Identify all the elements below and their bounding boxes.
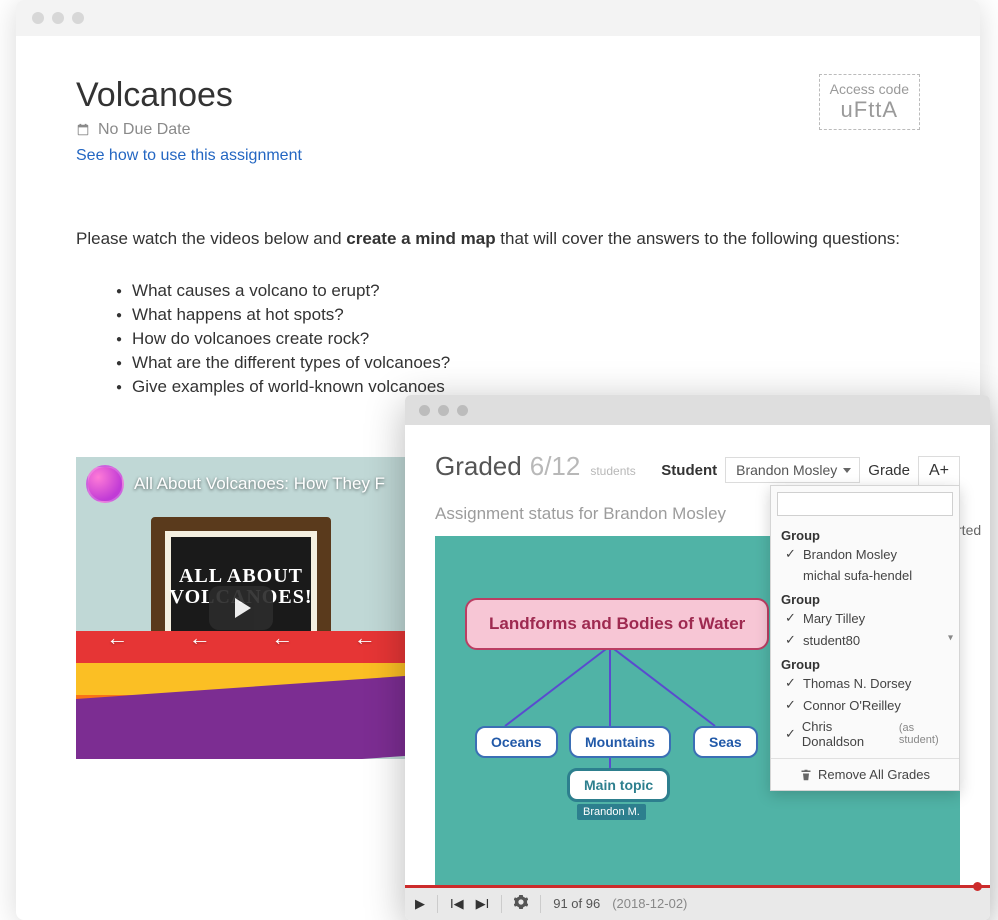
check-icon: ✓ [785, 632, 797, 648]
dropdown-student-item[interactable]: ✓ Brandon Mosley [781, 543, 949, 565]
check-icon: ✓ [785, 546, 797, 562]
dropdown-student-item[interactable]: ✓ Thomas N. Dorsey [781, 672, 949, 694]
access-code-box[interactable]: Access code uFttA [819, 74, 920, 130]
instruction-bold: create a mind map [346, 229, 495, 248]
progress-knob[interactable] [973, 882, 982, 891]
question-item: Give examples of world-known volcanoes [116, 377, 920, 397]
dropdown-student-item[interactable]: ✓ Mary Tilley [781, 607, 949, 629]
dropdown-student-name: Thomas N. Dorsey [803, 676, 911, 691]
graded-heading: Graded [435, 451, 522, 482]
due-date-text: No Due Date [98, 121, 191, 139]
history-position: 91 of 96 [553, 896, 600, 911]
dropdown-student-name: Mary Tilley [803, 611, 865, 626]
graded-count: 6/12 [530, 451, 581, 482]
traffic-light-close[interactable] [32, 12, 44, 24]
dropdown-student-suffix: (as student) [895, 719, 949, 749]
status-prefix: Assignment status for [435, 504, 603, 523]
grader-titlebar [405, 395, 990, 425]
question-list: What causes a volcano to erupt? What hap… [116, 281, 920, 397]
remove-all-grades-label: Remove All Grades [818, 767, 930, 782]
grade-input[interactable]: A+ [918, 456, 960, 486]
assignment-title: Volcanoes [76, 76, 920, 115]
traffic-light-min[interactable] [438, 405, 449, 416]
status-name: Brandon Mosley [603, 504, 726, 523]
check-icon: ✓ [785, 610, 797, 626]
mindmap-root-node[interactable]: Landforms and Bodies of Water [465, 598, 769, 650]
due-date-row: No Due Date [76, 121, 920, 139]
channel-avatar[interactable] [86, 465, 124, 503]
progress-track[interactable] [405, 885, 990, 888]
check-icon: ✓ [785, 697, 797, 713]
step-forward-button[interactable]: ▶I [476, 896, 490, 912]
instruction-text: Please watch the videos below and create… [76, 227, 920, 251]
dropdown-search-input[interactable] [777, 492, 953, 516]
question-item: What causes a volcano to erupt? [116, 281, 920, 301]
help-link[interactable]: See how to use this assignment [76, 147, 302, 165]
grader-window: Graded 6/12 students Student Brandon Mos… [405, 395, 990, 920]
question-item: How do volcanoes create rock? [116, 329, 920, 349]
traffic-light-close[interactable] [419, 405, 430, 416]
mindmap-child-node[interactable]: Oceans [475, 726, 558, 758]
video-title[interactable]: All About Volcanoes: How They F [134, 474, 385, 494]
scrollbar-indicator[interactable]: ▾ [948, 633, 953, 644]
instruction-pre: Please watch the videos below and [76, 229, 346, 248]
question-item: What happens at hot spots? [116, 305, 920, 325]
settings-button[interactable] [514, 895, 528, 912]
student-dropdown-panel: Group ✓ Brandon Mosley michal sufa-hendel Gr… [770, 485, 960, 791]
traffic-light-max[interactable] [457, 405, 468, 416]
dropdown-group-label: Group [781, 657, 949, 672]
mindmap-child-node[interactable]: Mountains [569, 726, 671, 758]
step-back-button[interactable]: I◀ [450, 896, 464, 912]
access-code-label: Access code [830, 81, 909, 97]
question-item: What are the different types of volcanoe… [116, 353, 920, 373]
video-header: All About Volcanoes: How They F [86, 465, 385, 503]
student-label: Student [661, 462, 717, 479]
gear-icon [514, 895, 528, 909]
remove-all-grades-button[interactable]: Remove All Grades [771, 758, 959, 790]
dropdown-student-item[interactable]: michal sufa-hendel [781, 565, 949, 586]
video-embed[interactable]: ALL ABOUT VOLCANOES! ←←←← All About Volc… [76, 457, 406, 759]
instruction-post: that will cover the answers to the follo… [496, 229, 900, 248]
calendar-icon [76, 123, 90, 137]
dropdown-student-item[interactable]: ✓ Connor O'Reilley [781, 694, 949, 716]
dropdown-student-name: Chris Donaldson [802, 719, 885, 749]
dropdown-student-name: michal sufa-hendel [803, 568, 912, 583]
dropdown-student-item[interactable]: ✓ student80 [781, 629, 949, 651]
mindmap-child-node[interactable]: Seas [693, 726, 758, 758]
grader-top-row: Graded 6/12 students Student Brandon Mos… [435, 451, 960, 486]
grade-label: Grade [868, 462, 910, 479]
dropdown-group-label: Group [781, 592, 949, 607]
dropdown-student-name: Connor O'Reilley [803, 698, 901, 713]
check-icon: ✓ [785, 726, 796, 742]
play-button[interactable]: ▶ [415, 896, 425, 912]
dropdown-student-item[interactable]: ✓ Chris Donaldson (as student) [781, 716, 949, 752]
check-icon: ✓ [785, 675, 797, 691]
history-date: (2018-12-02) [612, 896, 687, 911]
window-titlebar [16, 0, 980, 36]
traffic-light-min[interactable] [52, 12, 64, 24]
graded-suffix: students [590, 464, 635, 478]
student-dropdown[interactable]: Brandon Mosley [725, 457, 860, 483]
play-icon[interactable] [209, 586, 273, 630]
dropdown-search-row [771, 486, 959, 522]
access-code-value: uFttA [830, 97, 909, 123]
trash-icon [800, 769, 812, 781]
mindmap-main-node[interactable]: Main topic [567, 768, 670, 802]
dropdown-list[interactable]: Group ✓ Brandon Mosley michal sufa-hendel Gr… [771, 522, 959, 758]
dropdown-student-name: Brandon Mosley [803, 547, 897, 562]
dropdown-student-name: student80 [803, 633, 860, 648]
traffic-light-max[interactable] [72, 12, 84, 24]
mindmap-author-tag: Brandon M. [577, 804, 646, 820]
dropdown-group-label: Group [781, 528, 949, 543]
history-player-bar: ▶ I◀ ▶I 91 of 96 (2018-12-02) [405, 886, 990, 920]
